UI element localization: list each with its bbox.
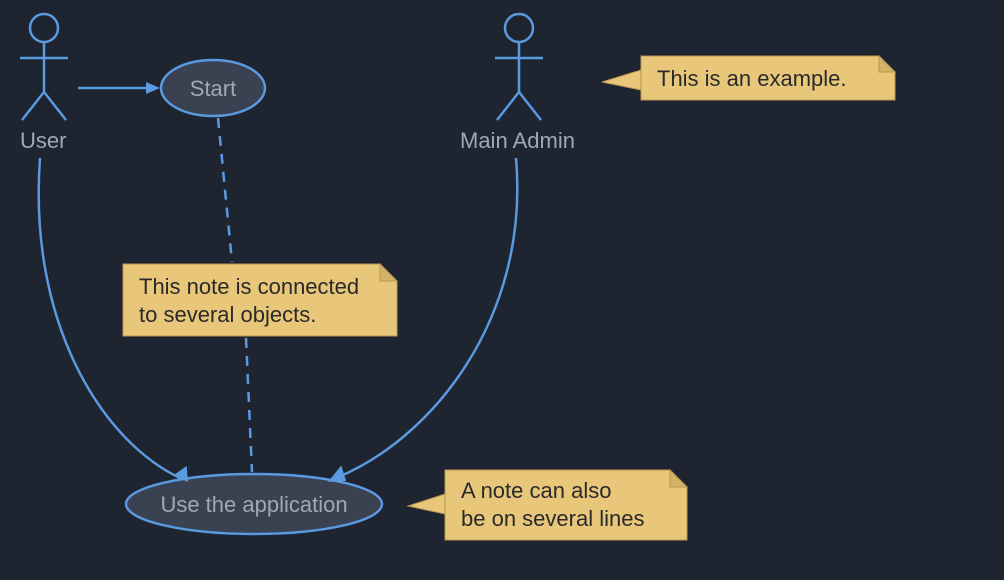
actor-admin: Main Admin [460,14,575,153]
note-example-line1: This is an example. [657,66,847,91]
note-multiline-line1: A note can also [461,478,611,503]
note-connected-line2: to several objects. [139,302,316,327]
usecase-use-app-label: Use the application [160,492,347,517]
actor-user: User [20,14,68,153]
usecase-use-app: Use the application [126,474,382,534]
actor-admin-label: Main Admin [460,128,575,153]
note-multiline-line2: be on several lines [461,506,644,531]
note-multiline: A note can also be on several lines [408,470,687,540]
link-note-to-useapp [246,338,252,472]
note-example: This is an example. [602,56,895,100]
usecase-start: Start [161,60,265,116]
actor-user-label: User [20,128,66,153]
link-start-to-note [218,118,232,262]
note-connected-line1: This note is connected [139,274,359,299]
uml-diagram: User Main Admin Start Use the applicatio… [0,0,1004,580]
link-user-to-start [78,82,160,94]
usecase-start-label: Start [190,76,236,101]
note-connected: This note is connected to several object… [123,264,397,336]
